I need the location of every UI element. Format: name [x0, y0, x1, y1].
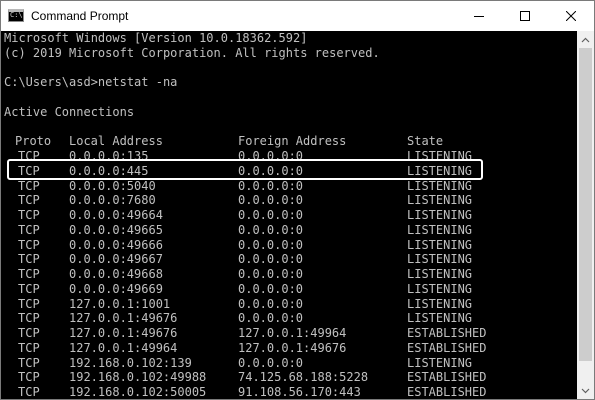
row-proto: TCP [18, 222, 40, 237]
chevron-down-icon [581, 388, 590, 393]
row-state: LISTENING [407, 355, 473, 370]
row-state: ESTABLISHED [407, 326, 487, 340]
row-local-address: 0.0.0.0:7680 [69, 193, 156, 208]
chevron-up-icon [581, 37, 590, 42]
close-button[interactable] [548, 1, 594, 31]
row-proto: TCP [18, 370, 40, 385]
row-foreign-address: 0.0.0.0:0 [238, 311, 304, 326]
row-proto: TCP [18, 237, 40, 252]
version-line: Microsoft Windows [Version 10.0.18362.59… [4, 31, 308, 45]
icon-label: C:\ [10, 11, 23, 19]
row-foreign-address: 0.0.0.0:0 [238, 208, 304, 222]
row-local-address: 192.168.0.102:50005 [69, 385, 207, 399]
row-foreign-address: 0.0.0.0:0 [238, 281, 304, 296]
row-foreign-address: 0.0.0.0:0 [238, 222, 304, 237]
column-foreign-address: Foreign Address [238, 134, 347, 148]
row-local-address: 0.0.0.0:5040 [69, 178, 156, 193]
row-foreign-address: 91.108.56.170:443 [238, 385, 361, 399]
row-local-address: 192.168.0.102:139 [69, 355, 192, 370]
minimize-icon [474, 16, 484, 17]
row-local-address: 127.0.0.1:1001 [69, 296, 171, 311]
row-state: LISTENING [407, 252, 473, 267]
section-title: Active Connections [4, 105, 135, 119]
window-title: Command Prompt [31, 9, 129, 23]
row-proto: TCP [18, 252, 40, 267]
command-line: C:\Users\asd>netstat -na [4, 75, 178, 89]
row-state: LISTENING [407, 193, 473, 208]
title-bar[interactable]: C:\ Command Prompt [1, 1, 594, 31]
row-proto: TCP [18, 311, 40, 326]
row-local-address: 0.0.0.0:49664 [69, 208, 163, 222]
row-state: LISTENING [407, 208, 473, 222]
row-proto: TCP [18, 326, 40, 340]
scroll-up-button[interactable] [577, 31, 594, 48]
row-proto: TCP [18, 385, 40, 399]
maximize-button[interactable] [502, 1, 548, 31]
row-state: LISTENING [407, 267, 473, 281]
row-local-address: 127.0.0.1:49676 [69, 326, 178, 340]
row-state: LISTENING [407, 178, 473, 193]
row-foreign-address: 0.0.0.0:0 [238, 355, 304, 370]
copyright-line: (c) 2019 Microsoft Corporation. All righ… [4, 46, 380, 60]
console-output[interactable]: Microsoft Windows [Version 10.0.18362.59… [1, 31, 577, 399]
row-foreign-address: 0.0.0.0:0 [238, 296, 304, 311]
vertical-scrollbar[interactable] [577, 31, 594, 399]
row-state: LISTENING [407, 281, 473, 296]
row-foreign-address: 0.0.0.0:0 [238, 267, 304, 281]
column-proto: Proto [15, 134, 52, 148]
row-foreign-address: 0.0.0.0:0 [238, 252, 304, 267]
row-foreign-address: 0.0.0.0:0 [238, 193, 304, 208]
row-state: ESTABLISHED [407, 385, 487, 399]
row-foreign-address: 127.0.0.1:49676 [238, 340, 347, 355]
row-state: LISTENING [407, 296, 473, 311]
close-icon [566, 11, 576, 21]
row-foreign-address: 0.0.0.0:0 [238, 178, 304, 193]
row-foreign-address: 74.125.68.188:5228 [238, 370, 369, 385]
row-local-address: 0.0.0.0:49667 [69, 252, 163, 267]
row-state: ESTABLISHED [407, 340, 487, 355]
row-proto: TCP [18, 355, 40, 370]
row-local-address: 127.0.0.1:49964 [69, 340, 178, 355]
row-proto: TCP [18, 281, 40, 296]
row-state: LISTENING [407, 222, 473, 237]
minimize-button[interactable] [456, 1, 502, 31]
row-state: LISTENING [407, 311, 473, 326]
row-proto: TCP [18, 296, 40, 311]
row-foreign-address: 0.0.0.0:0 [238, 237, 304, 252]
scroll-down-button[interactable] [577, 382, 594, 399]
command-prompt-window: C:\ Command Prompt Microsoft Windows [Ve… [0, 0, 595, 400]
row-local-address: 192.168.0.102:49988 [69, 370, 207, 385]
column-state: State [407, 134, 444, 148]
scroll-thumb[interactable] [579, 48, 592, 361]
column-local-address: Local Address [69, 134, 163, 148]
row-proto: TCP [18, 178, 40, 193]
command-prompt-icon[interactable]: C:\ [8, 9, 24, 22]
row-proto: TCP [18, 267, 40, 281]
highlight-box [7, 159, 483, 180]
row-local-address: 127.0.0.1:49676 [69, 311, 178, 326]
row-local-address: 0.0.0.0:49668 [69, 267, 163, 281]
table-header: Proto Local Address Foreign Address Stat… [4, 134, 443, 149]
row-local-address: 0.0.0.0:49669 [69, 281, 163, 296]
row-proto: TCP [18, 193, 40, 208]
row-proto: TCP [18, 208, 40, 222]
row-local-address: 0.0.0.0:49665 [69, 222, 163, 237]
row-proto: TCP [18, 340, 40, 355]
row-foreign-address: 127.0.0.1:49964 [238, 326, 347, 340]
maximize-icon [520, 11, 530, 21]
row-state: LISTENING [407, 237, 473, 252]
row-local-address: 0.0.0.0:49666 [69, 237, 163, 252]
row-state: ESTABLISHED [407, 370, 487, 385]
